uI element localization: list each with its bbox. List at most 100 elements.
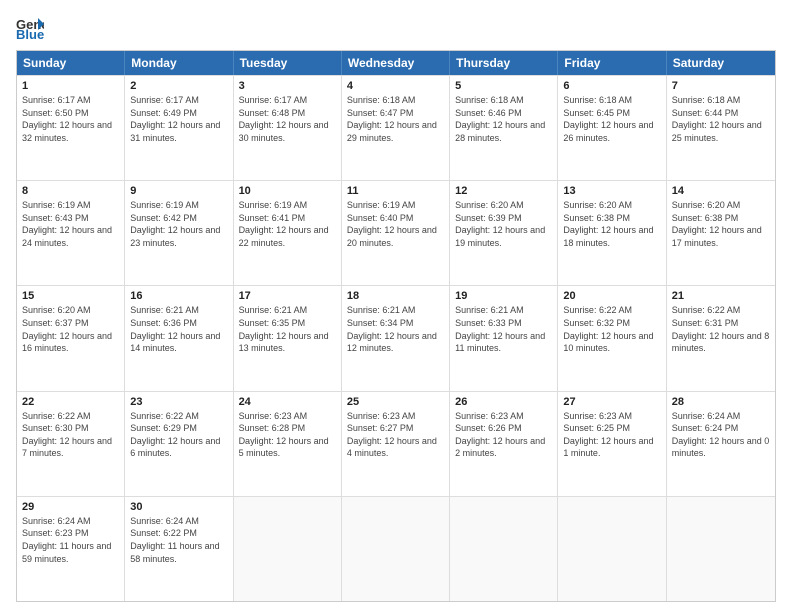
day-info: Sunrise: 6:23 AMSunset: 6:26 PMDaylight:… bbox=[455, 410, 552, 460]
day-cell-9: 9 Sunrise: 6:19 AMSunset: 6:42 PMDaylight… bbox=[125, 181, 233, 285]
day-number: 23 bbox=[130, 396, 227, 408]
day-number: 26 bbox=[455, 396, 552, 408]
day-info: Sunrise: 6:18 AMSunset: 6:47 PMDaylight:… bbox=[347, 94, 444, 144]
day-number: 18 bbox=[347, 290, 444, 302]
logo: General Blue bbox=[16, 16, 44, 40]
day-number: 25 bbox=[347, 396, 444, 408]
page-container: General Blue SundayMondayTuesdayWednesda… bbox=[0, 0, 792, 612]
day-number: 8 bbox=[22, 185, 119, 197]
day-header-tuesday: Tuesday bbox=[234, 51, 342, 75]
svg-text:Blue: Blue bbox=[16, 27, 44, 40]
day-info: Sunrise: 6:17 AMSunset: 6:49 PMDaylight:… bbox=[130, 94, 227, 144]
day-number: 15 bbox=[22, 290, 119, 302]
logo-icon: General Blue bbox=[16, 16, 44, 40]
day-cell-5: 5 Sunrise: 6:18 AMSunset: 6:46 PMDaylight… bbox=[450, 76, 558, 180]
day-cell-13: 13 Sunrise: 6:20 AMSunset: 6:38 PMDayligh… bbox=[558, 181, 666, 285]
day-info: Sunrise: 6:23 AMSunset: 6:25 PMDaylight:… bbox=[563, 410, 660, 460]
day-number: 7 bbox=[672, 80, 770, 92]
day-number: 30 bbox=[130, 501, 227, 513]
day-info: Sunrise: 6:19 AMSunset: 6:40 PMDaylight:… bbox=[347, 199, 444, 249]
page-header: General Blue bbox=[16, 16, 776, 40]
day-number: 14 bbox=[672, 185, 770, 197]
day-number: 24 bbox=[239, 396, 336, 408]
calendar-week-1: 1 Sunrise: 6:17 AMSunset: 6:50 PMDaylight… bbox=[17, 75, 775, 180]
day-info: Sunrise: 6:22 AMSunset: 6:29 PMDaylight:… bbox=[130, 410, 227, 460]
day-number: 28 bbox=[672, 396, 770, 408]
day-cell-6: 6Sunrise: 6:18 AMSunset: 6:45 PMDaylight… bbox=[558, 76, 666, 180]
day-cell-17: 17 Sunrise: 6:21 AMSunset: 6:35 PMDayligh… bbox=[234, 286, 342, 390]
calendar: SundayMondayTuesdayWednesdayThursdayFrid… bbox=[16, 50, 776, 602]
day-number: 9 bbox=[130, 185, 227, 197]
day-number: 12 bbox=[455, 185, 552, 197]
day-cell-15: 15 Sunrise: 6:20 AMSunset: 6:37 PMDayligh… bbox=[17, 286, 125, 390]
empty-cell bbox=[342, 497, 450, 601]
day-header-friday: Friday bbox=[558, 51, 666, 75]
day-info: Sunrise: 6:22 AMSunset: 6:32 PMDaylight:… bbox=[563, 304, 660, 354]
day-number: 22 bbox=[22, 396, 119, 408]
day-number: 17 bbox=[239, 290, 336, 302]
day-info: Sunrise: 6:22 AMSunset: 6:30 PMDaylight:… bbox=[22, 410, 119, 460]
day-cell-12: 12 Sunrise: 6:20 AMSunset: 6:39 PMDayligh… bbox=[450, 181, 558, 285]
day-cell-10: 10Sunrise: 6:19 AMSunset: 6:41 PMDayligh… bbox=[234, 181, 342, 285]
day-info: Sunrise: 6:18 AMSunset: 6:46 PMDaylight:… bbox=[455, 94, 552, 144]
day-cell-23: 23 Sunrise: 6:22 AMSunset: 6:29 PMDayligh… bbox=[125, 392, 233, 496]
empty-cell bbox=[450, 497, 558, 601]
day-header-monday: Monday bbox=[125, 51, 233, 75]
empty-cell bbox=[558, 497, 666, 601]
day-cell-28: 28 Sunrise: 6:24 AMSunset: 6:24 PMDayligh… bbox=[667, 392, 775, 496]
calendar-week-3: 15 Sunrise: 6:20 AMSunset: 6:37 PMDayligh… bbox=[17, 285, 775, 390]
day-header-saturday: Saturday bbox=[667, 51, 775, 75]
day-info: Sunrise: 6:17 AMSunset: 6:48 PMDaylight:… bbox=[239, 94, 336, 144]
day-number: 16 bbox=[130, 290, 227, 302]
day-info: Sunrise: 6:20 AMSunset: 6:37 PMDaylight:… bbox=[22, 304, 119, 354]
day-number: 11 bbox=[347, 185, 444, 197]
day-info: Sunrise: 6:24 AMSunset: 6:23 PMDaylight:… bbox=[22, 515, 119, 565]
day-info: Sunrise: 6:23 AMSunset: 6:28 PMDaylight:… bbox=[239, 410, 336, 460]
day-info: Sunrise: 6:17 AMSunset: 6:50 PMDaylight:… bbox=[22, 94, 119, 144]
day-cell-7: 7 Sunrise: 6:18 AMSunset: 6:44 PMDaylight… bbox=[667, 76, 775, 180]
calendar-body: 1 Sunrise: 6:17 AMSunset: 6:50 PMDaylight… bbox=[17, 75, 775, 601]
day-info: Sunrise: 6:21 AMSunset: 6:34 PMDaylight:… bbox=[347, 304, 444, 354]
day-number: 10 bbox=[239, 185, 336, 197]
day-cell-30: 30Sunrise: 6:24 AMSunset: 6:22 PMDayligh… bbox=[125, 497, 233, 601]
day-number: 1 bbox=[22, 80, 119, 92]
day-number: 3 bbox=[239, 80, 336, 92]
day-info: Sunrise: 6:20 AMSunset: 6:39 PMDaylight:… bbox=[455, 199, 552, 249]
day-info: Sunrise: 6:21 AMSunset: 6:36 PMDaylight:… bbox=[130, 304, 227, 354]
day-info: Sunrise: 6:22 AMSunset: 6:31 PMDaylight:… bbox=[672, 304, 770, 354]
calendar-header: SundayMondayTuesdayWednesdayThursdayFrid… bbox=[17, 51, 775, 75]
day-info: Sunrise: 6:24 AMSunset: 6:24 PMDaylight:… bbox=[672, 410, 770, 460]
day-number: 13 bbox=[563, 185, 660, 197]
day-info: Sunrise: 6:18 AMSunset: 6:44 PMDaylight:… bbox=[672, 94, 770, 144]
day-cell-27: 27Sunrise: 6:23 AMSunset: 6:25 PMDayligh… bbox=[558, 392, 666, 496]
day-number: 21 bbox=[672, 290, 770, 302]
day-cell-29: 29 Sunrise: 6:24 AMSunset: 6:23 PMDayligh… bbox=[17, 497, 125, 601]
day-info: Sunrise: 6:19 AMSunset: 6:42 PMDaylight:… bbox=[130, 199, 227, 249]
calendar-week-4: 22 Sunrise: 6:22 AMSunset: 6:30 PMDayligh… bbox=[17, 391, 775, 496]
day-number: 20 bbox=[563, 290, 660, 302]
day-cell-25: 25Sunrise: 6:23 AMSunset: 6:27 PMDayligh… bbox=[342, 392, 450, 496]
day-info: Sunrise: 6:21 AMSunset: 6:33 PMDaylight:… bbox=[455, 304, 552, 354]
day-cell-20: 20 Sunrise: 6:22 AMSunset: 6:32 PMDayligh… bbox=[558, 286, 666, 390]
day-cell-3: 3 Sunrise: 6:17 AMSunset: 6:48 PMDaylight… bbox=[234, 76, 342, 180]
day-number: 19 bbox=[455, 290, 552, 302]
day-info: Sunrise: 6:20 AMSunset: 6:38 PMDaylight:… bbox=[563, 199, 660, 249]
day-cell-2: 2 Sunrise: 6:17 AMSunset: 6:49 PMDaylight… bbox=[125, 76, 233, 180]
day-info: Sunrise: 6:21 AMSunset: 6:35 PMDaylight:… bbox=[239, 304, 336, 354]
day-cell-4: 4 Sunrise: 6:18 AMSunset: 6:47 PMDaylight… bbox=[342, 76, 450, 180]
day-cell-18: 18 Sunrise: 6:21 AMSunset: 6:34 PMDayligh… bbox=[342, 286, 450, 390]
day-number: 2 bbox=[130, 80, 227, 92]
day-number: 6 bbox=[563, 80, 660, 92]
day-number: 5 bbox=[455, 80, 552, 92]
day-header-sunday: Sunday bbox=[17, 51, 125, 75]
day-number: 4 bbox=[347, 80, 444, 92]
empty-cell bbox=[667, 497, 775, 601]
day-number: 29 bbox=[22, 501, 119, 513]
calendar-week-5: 29 Sunrise: 6:24 AMSunset: 6:23 PMDayligh… bbox=[17, 496, 775, 601]
day-cell-14: 14Sunrise: 6:20 AMSunset: 6:38 PMDayligh… bbox=[667, 181, 775, 285]
day-cell-24: 24 Sunrise: 6:23 AMSunset: 6:28 PMDayligh… bbox=[234, 392, 342, 496]
day-cell-8: 8Sunrise: 6:19 AMSunset: 6:43 PMDaylight… bbox=[17, 181, 125, 285]
empty-cell bbox=[234, 497, 342, 601]
day-cell-26: 26 Sunrise: 6:23 AMSunset: 6:26 PMDayligh… bbox=[450, 392, 558, 496]
day-cell-22: 22 Sunrise: 6:22 AMSunset: 6:30 PMDayligh… bbox=[17, 392, 125, 496]
